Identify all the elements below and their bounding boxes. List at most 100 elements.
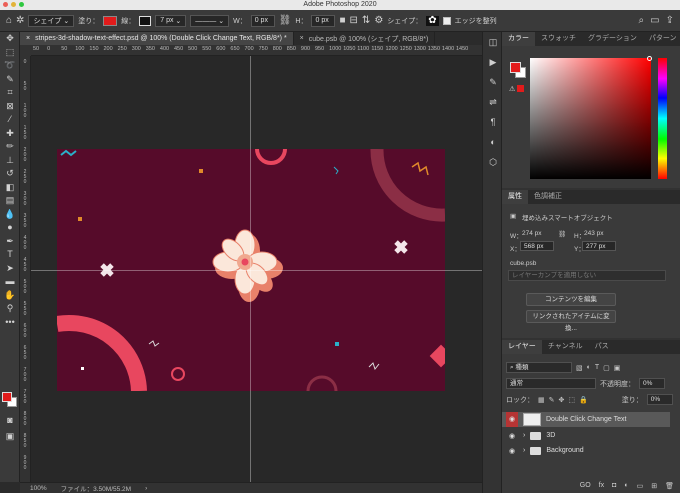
panel-foreground-color[interactable] (510, 62, 521, 73)
type-tool-icon[interactable]: T (0, 248, 20, 262)
filter-shape-icon[interactable]: ▢ (603, 364, 610, 372)
vertical-guide[interactable] (250, 56, 251, 482)
path-alignment-icon[interactable]: ⊟ (350, 15, 358, 26)
stroke-color-swatch[interactable] (139, 15, 152, 26)
eraser-tool-icon[interactable]: ◧ (0, 181, 20, 195)
x-field[interactable]: 568 px (520, 241, 554, 251)
tab-document-1[interactable]: × stripes-3d-shadow-text-effect.psd @ 10… (20, 32, 294, 45)
link-icon[interactable]: ⛓ (279, 15, 292, 26)
lock-position-icon[interactable]: ✥ (559, 396, 565, 404)
paragraph-panel-icon[interactable]: ¶ (483, 112, 503, 132)
crop-tool-icon[interactable]: ⌗ (0, 86, 20, 100)
horizontal-guide[interactable] (31, 270, 482, 271)
w-field[interactable]: 0 px (250, 14, 275, 27)
align-edges-checkbox[interactable] (442, 16, 451, 25)
tab-document-2[interactable]: × cube.psb @ 100% (シェイプ, RGB/8*) (294, 32, 436, 45)
width-value[interactable]: 274 px (522, 230, 542, 237)
new-layer-icon[interactable]: ⊞ (651, 482, 657, 493)
layer-row[interactable]: ◉ Double Click Change Text (502, 412, 670, 427)
tab-adjustments[interactable]: 色調補正 (528, 190, 568, 204)
3d-panel-icon[interactable]: ⬡ (483, 152, 503, 172)
layer-row[interactable]: ◉ › Background (502, 443, 670, 458)
filter-smart-icon[interactable]: ▣ (614, 364, 621, 372)
gear-icon[interactable]: ⚙ (374, 15, 383, 26)
tab-gradients[interactable]: グラデーション (582, 32, 643, 46)
tab-patterns[interactable]: パターン (643, 32, 680, 46)
history-panel-icon[interactable]: ◫ (483, 32, 503, 52)
hand-tool-icon[interactable]: ✋ (0, 289, 20, 303)
tab-channels[interactable]: チャンネル (542, 340, 589, 354)
eye-icon[interactable]: ◉ (506, 447, 518, 455)
quick-mask-icon[interactable]: ◙ (0, 414, 20, 428)
h-field[interactable]: 0 px (311, 14, 336, 27)
brush-tool-icon[interactable]: ✏ (0, 140, 20, 154)
edit-contents-button[interactable]: コンテンツを編集 (526, 293, 616, 306)
tab-color[interactable]: カラー (502, 32, 535, 46)
custom-shape-tool-icon[interactable]: ✲ (16, 15, 24, 26)
frame-tool-icon[interactable]: ⊠ (0, 100, 20, 114)
saturation-brightness-field[interactable] (530, 58, 651, 179)
filter-adjust-icon[interactable]: ◐ (587, 364, 591, 371)
y-field[interactable]: 277 px (582, 241, 616, 251)
move-tool-icon[interactable]: ✥ (0, 32, 20, 46)
canvas-area[interactable] (31, 56, 482, 482)
brush-settings-icon[interactable]: ✎ (483, 72, 503, 92)
home-icon[interactable]: ⌂ (6, 15, 12, 26)
height-value[interactable]: 243 px (584, 230, 604, 237)
adjustments-icon[interactable]: ⇌ (483, 92, 503, 112)
healing-brush-icon[interactable]: ✚ (0, 127, 20, 141)
flower-shape-picker-icon[interactable]: ✿ (426, 15, 439, 26)
opacity-field[interactable]: 0% (639, 378, 665, 389)
path-select-tool-icon[interactable]: ➤ (0, 262, 20, 276)
lock-artboard-icon[interactable]: ⬚ (568, 396, 575, 404)
filter-pixel-icon[interactable]: ▧ (576, 364, 583, 372)
zoom-tool-icon[interactable]: ⚲ (0, 302, 20, 316)
file-size[interactable]: ファイル：3.50M/55.2M (61, 483, 131, 493)
stroke-type-select[interactable]: ——— ⌄ (190, 14, 230, 27)
stroke-width-field[interactable]: 7 px ⌄ (155, 14, 187, 27)
stamp-tool-icon[interactable]: ⊥ (0, 154, 20, 168)
eye-icon[interactable]: ◉ (506, 432, 518, 440)
vertical-ruler[interactable]: 0 5 0 1 0 0 1 5 0 2 0 0 2 5 0 3 0 0 3 5 0 4 0 0 4… (20, 56, 31, 482)
tab-close-icon[interactable]: × (26, 35, 30, 42)
convert-to-linked-button[interactable]: リンクされたアイテムに変換... (526, 310, 616, 332)
mask-icon[interactable]: ◘ (612, 482, 616, 493)
color-chips[interactable] (2, 392, 18, 408)
trash-icon[interactable]: 🗑 (665, 482, 674, 493)
tab-swatches[interactable]: スウォッチ (535, 32, 582, 46)
path-arrange-icon[interactable]: ⇅ (362, 15, 370, 26)
tab-properties[interactable]: 属性 (502, 190, 528, 204)
fill-color-swatch[interactable] (103, 15, 118, 26)
actions-panel-icon[interactable]: ▶ (483, 52, 503, 72)
link-icon[interactable]: ⛓ (558, 230, 566, 238)
gamut-warning-icon[interactable]: ⚠ (509, 85, 515, 93)
lock-pixels-icon[interactable]: ▦ (538, 396, 545, 404)
hue-slider[interactable] (658, 58, 667, 179)
lock-all-icon[interactable]: 🔒 (579, 396, 588, 404)
layer-row[interactable]: ◉ › 3D (502, 428, 670, 443)
path-operations-icon[interactable]: ■ (339, 15, 345, 26)
fill-field[interactable]: 0% (646, 394, 673, 405)
chevron-right-icon[interactable]: › (523, 432, 525, 439)
history-brush-icon[interactable]: ↺ (0, 167, 20, 181)
filter-type-icon[interactable]: T (595, 364, 599, 371)
gradient-tool-icon[interactable]: ▤ (0, 194, 20, 208)
tab-close-icon[interactable]: × (300, 35, 304, 42)
share-icon[interactable]: ⇪ (666, 15, 674, 26)
horizontal-ruler[interactable]: 50 0 50 100 150 200 250 300 350 400 450 500 550 600 65… (31, 45, 482, 56)
dodge-tool-icon[interactable]: ● (0, 221, 20, 235)
lock-paint-icon[interactable]: ✎ (549, 396, 555, 404)
layer-comp-select[interactable]: レイヤーカンプを適用しない (508, 270, 666, 281)
color-picker-cursor[interactable] (647, 56, 652, 61)
gamut-color-swatch[interactable] (517, 85, 524, 92)
folder-icon[interactable]: ▭ (637, 482, 644, 493)
screen-mode-icon[interactable]: ▣ (0, 430, 20, 444)
chevron-right-icon[interactable]: › (523, 447, 525, 454)
blur-tool-icon[interactable]: 💧 (0, 208, 20, 222)
link-layers-button[interactable]: GO (580, 482, 591, 493)
search-icon[interactable]: ⌕ (639, 15, 645, 26)
foreground-color[interactable] (2, 392, 12, 402)
layer-filter-select[interactable]: ⌕ 種類 (506, 362, 572, 373)
lasso-tool-icon[interactable]: ➰ (0, 59, 20, 73)
quick-select-tool-icon[interactable]: ✎ (0, 73, 20, 87)
